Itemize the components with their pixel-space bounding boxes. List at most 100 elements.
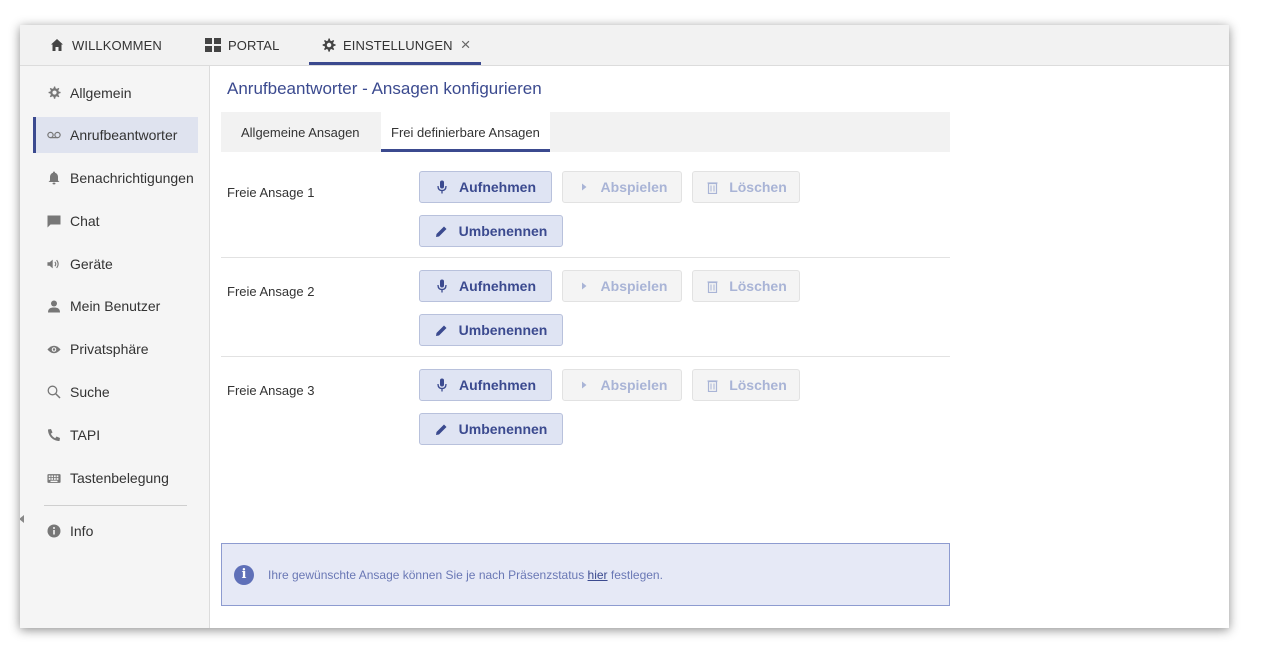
sidebar-item-label: Tastenbelegung [70, 470, 169, 486]
tab-portal[interactable]: PORTAL [205, 25, 279, 65]
sidebar-item-geraete[interactable]: Geräte [33, 246, 198, 282]
play-button[interactable]: Abspielen [562, 171, 682, 203]
play-label: Abspielen [600, 377, 668, 393]
close-icon[interactable]: × [461, 36, 471, 53]
sidebar-item-label: Chat [70, 213, 100, 229]
sidebar-item-privatsphaere[interactable]: Privatsphäre [33, 331, 198, 367]
eye-icon [47, 342, 61, 356]
bell-icon [47, 171, 61, 185]
delete-button[interactable]: Löschen [692, 171, 800, 203]
grid-icon [205, 37, 221, 53]
gear-icon [47, 86, 61, 100]
record-button[interactable]: Aufnehmen [419, 369, 552, 401]
subtab-label: Allgemeine Ansagen [241, 124, 360, 140]
rename-label: Umbenennen [458, 223, 548, 239]
app-window: WILLKOMMEN PORTAL EINSTELLUNGEN × Allgem… [20, 25, 1229, 628]
ansage-label: Freie Ansage 1 [227, 185, 315, 200]
tab-label: EINSTELLUNGEN [343, 37, 453, 53]
sidebar-item-allgemein[interactable]: Allgemein [33, 75, 198, 111]
pencil-icon [435, 323, 449, 337]
page-title: Anrufbeantworter - Ansagen konfigurieren [227, 79, 542, 98]
tab-einstellungen[interactable]: EINSTELLUNGEN × [309, 25, 481, 65]
play-icon [577, 279, 591, 293]
play-icon [577, 378, 591, 392]
info-link-hier[interactable]: hier [588, 568, 608, 582]
delete-button[interactable]: Löschen [692, 270, 800, 302]
sidebar-item-chat[interactable]: Chat [33, 203, 198, 239]
tab-label: WILLKOMMEN [72, 37, 162, 53]
record-button[interactable]: Aufnehmen [419, 171, 552, 203]
sidebar-collapse-icon[interactable] [20, 515, 24, 523]
record-label: Aufnehmen [459, 179, 536, 195]
sidebar-divider [44, 505, 187, 506]
trash-icon [705, 180, 719, 194]
sidebar: Allgemein Anrufbeantworter Benachrichtig… [20, 66, 210, 628]
rename-label: Umbenennen [458, 421, 548, 437]
sidebar-item-info[interactable]: Info [33, 513, 198, 549]
sidebar-item-label: Suche [70, 384, 110, 400]
sidebar-item-label: Benachrichtigungen [70, 170, 194, 186]
record-label: Aufnehmen [459, 278, 536, 294]
info-text: Ihre gewünschte Ansage können Sie je nac… [268, 568, 663, 582]
play-button[interactable]: Abspielen [562, 270, 682, 302]
info-icon: i [234, 564, 254, 585]
sidebar-item-tastenbelegung[interactable]: Tastenbelegung [33, 460, 198, 496]
sidebar-item-label: Anrufbeantworter [70, 127, 178, 143]
home-icon [49, 37, 65, 53]
play-label: Abspielen [600, 179, 668, 195]
delete-label: Löschen [729, 179, 787, 195]
info-box: i Ihre gewünschte Ansage können Sie je n… [221, 543, 950, 606]
rename-button[interactable]: Umbenennen [419, 314, 563, 346]
record-button[interactable]: Aufnehmen [419, 270, 552, 302]
sidebar-item-label: TAPI [70, 427, 101, 443]
tab-label: PORTAL [228, 37, 280, 53]
info-text-after: festlegen. [607, 567, 663, 582]
tab-allgemeine-ansagen[interactable]: Allgemeine Ansagen [241, 112, 360, 152]
trash-icon [705, 378, 719, 392]
microphone-icon [435, 378, 449, 392]
ansage-row: Freie Ansage 1 Aufnehmen Abspielen Lösch… [221, 158, 950, 258]
play-label: Abspielen [600, 278, 668, 294]
rename-label: Umbenennen [458, 322, 548, 338]
delete-label: Löschen [729, 377, 787, 393]
microphone-icon [435, 279, 449, 293]
play-button[interactable]: Abspielen [562, 369, 682, 401]
gear-icon [320, 37, 336, 53]
play-icon [577, 180, 591, 194]
ansage-label: Freie Ansage 3 [227, 383, 315, 398]
ansage-label: Freie Ansage 2 [227, 284, 315, 299]
voicemail-icon [47, 128, 61, 142]
sidebar-item-tapi[interactable]: TAPI [33, 417, 198, 453]
subtab-bar: Allgemeine Ansagen Frei definierbare Ans… [221, 112, 950, 152]
sidebar-item-label: Mein Benutzer [70, 298, 161, 314]
user-icon [47, 299, 61, 313]
sidebar-item-label: Info [70, 523, 94, 539]
rename-button[interactable]: Umbenennen [419, 215, 563, 247]
top-tabbar: WILLKOMMEN PORTAL EINSTELLUNGEN × [20, 25, 1229, 66]
delete-button[interactable]: Löschen [692, 369, 800, 401]
chat-icon [47, 214, 61, 228]
ansage-row: Freie Ansage 3 Aufnehmen Abspielen Lösch… [221, 356, 950, 455]
sidebar-item-mein-benutzer[interactable]: Mein Benutzer [33, 288, 198, 324]
sidebar-item-anrufbeantworter[interactable]: Anrufbeantworter [33, 117, 198, 153]
sidebar-item-label: Privatsphäre [70, 341, 149, 357]
speaker-icon [47, 257, 61, 271]
keyboard-icon [47, 471, 61, 485]
tab-frei-definierbare-ansagen[interactable]: Frei definierbare Ansagen [381, 112, 550, 152]
ansage-row: Freie Ansage 2 Aufnehmen Abspielen Lösch… [221, 257, 950, 357]
phone-icon [47, 428, 61, 442]
delete-label: Löschen [729, 278, 787, 294]
main-content: Anrufbeantworter - Ansagen konfigurieren… [210, 66, 1229, 628]
sidebar-item-benachrichtigungen[interactable]: Benachrichtigungen [33, 160, 198, 196]
record-label: Aufnehmen [459, 377, 536, 393]
tab-willkommen[interactable]: WILLKOMMEN [49, 25, 162, 65]
info-icon [47, 524, 61, 538]
rename-button[interactable]: Umbenennen [419, 413, 563, 445]
pencil-icon [435, 422, 449, 436]
pencil-icon [435, 224, 449, 238]
sidebar-item-suche[interactable]: Suche [33, 374, 198, 410]
microphone-icon [435, 180, 449, 194]
sidebar-item-label: Geräte [70, 256, 113, 272]
sidebar-item-label: Allgemein [70, 85, 132, 101]
search-icon [47, 385, 61, 399]
